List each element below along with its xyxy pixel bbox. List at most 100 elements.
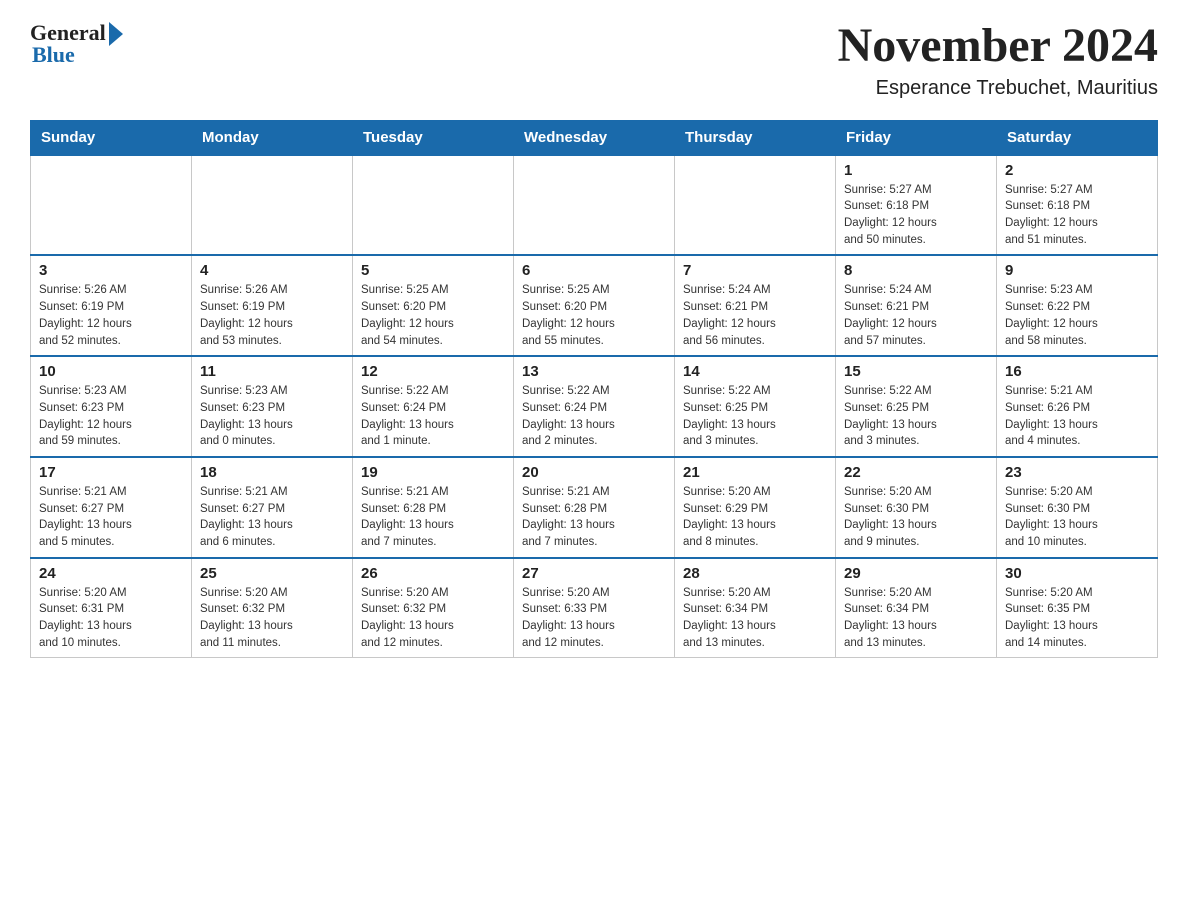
day-number: 9 [1005, 262, 1149, 279]
calendar-cell: 29Sunrise: 5:20 AM Sunset: 6:34 PM Dayli… [836, 558, 997, 658]
day-info: Sunrise: 5:27 AM Sunset: 6:18 PM Dayligh… [844, 182, 988, 249]
day-number: 10 [39, 363, 183, 380]
day-number: 24 [39, 565, 183, 582]
day-number: 4 [200, 262, 344, 279]
calendar-cell: 21 Sunrise: 5:20 AM Sunset: 6:29 PM Dayli… [675, 457, 836, 558]
day-number: 21 [683, 464, 827, 481]
day-info: Sunrise: 5:23 AM Sunset: 6:22 PM Dayligh… [1005, 282, 1149, 349]
day-info: Sunrise: 5:20 AM Sunset: 6:30 PM Dayligh… [1005, 484, 1149, 551]
day-info: Sunrise: 5:20 AM Sunset: 6:33 PM Dayligh… [522, 585, 666, 652]
day-number: 20 [522, 464, 666, 481]
calendar-cell: 28 Sunrise: 5:20 AM Sunset: 6:34 PM Dayli… [675, 558, 836, 658]
day-number: 26 [361, 565, 505, 582]
calendar-cell [31, 155, 192, 256]
calendar-cell: 19Sunrise: 5:21 AM Sunset: 6:28 PM Dayli… [353, 457, 514, 558]
day-number: 12 [361, 363, 505, 380]
day-number: 23 [1005, 464, 1149, 481]
day-number: 6 [522, 262, 666, 279]
day-info: Sunrise: 5:26 AM Sunset: 6:19 PM Dayligh… [39, 282, 183, 349]
day-number: 29 [844, 565, 988, 582]
day-info: Sunrise: 5:21 AM Sunset: 6:27 PM Dayligh… [39, 484, 183, 551]
day-number: 18 [200, 464, 344, 481]
day-info: Sunrise: 5:21 AM Sunset: 6:26 PM Dayligh… [1005, 383, 1149, 450]
week-row-1: 1 Sunrise: 5:27 AM Sunset: 6:18 PM Daylig… [31, 155, 1158, 256]
calendar-cell: 11Sunrise: 5:23 AM Sunset: 6:23 PM Dayli… [192, 356, 353, 457]
day-info: Sunrise: 5:20 AM Sunset: 6:32 PM Dayligh… [200, 585, 344, 652]
calendar-table: SundayMondayTuesdayWednesdayThursdayFrid… [30, 120, 1158, 658]
day-number: 25 [200, 565, 344, 582]
day-number: 28 [683, 565, 827, 582]
day-info: Sunrise: 5:20 AM Sunset: 6:34 PM Dayligh… [683, 585, 827, 652]
day-info: Sunrise: 5:25 AM Sunset: 6:20 PM Dayligh… [522, 282, 666, 349]
day-info: Sunrise: 5:20 AM Sunset: 6:31 PM Dayligh… [39, 585, 183, 652]
day-number: 1 [844, 162, 988, 179]
column-header-monday: Monday [192, 120, 353, 155]
calendar-cell: 9 Sunrise: 5:23 AM Sunset: 6:22 PM Daylig… [997, 255, 1158, 356]
column-header-saturday: Saturday [997, 120, 1158, 155]
calendar-cell [514, 155, 675, 256]
calendar-cell: 13Sunrise: 5:22 AM Sunset: 6:24 PM Dayli… [514, 356, 675, 457]
calendar-cell: 8Sunrise: 5:24 AM Sunset: 6:21 PM Daylig… [836, 255, 997, 356]
day-info: Sunrise: 5:22 AM Sunset: 6:25 PM Dayligh… [683, 383, 827, 450]
calendar-cell [675, 155, 836, 256]
day-info: Sunrise: 5:22 AM Sunset: 6:24 PM Dayligh… [361, 383, 505, 450]
column-header-sunday: Sunday [31, 120, 192, 155]
week-row-4: 17 Sunrise: 5:21 AM Sunset: 6:27 PM Dayli… [31, 457, 1158, 558]
day-number: 7 [683, 262, 827, 279]
day-info: Sunrise: 5:22 AM Sunset: 6:24 PM Dayligh… [522, 383, 666, 450]
month-title: November 2024 [838, 20, 1158, 73]
day-number: 30 [1005, 565, 1149, 582]
day-info: Sunrise: 5:25 AM Sunset: 6:20 PM Dayligh… [361, 282, 505, 349]
calendar-cell: 22Sunrise: 5:20 AM Sunset: 6:30 PM Dayli… [836, 457, 997, 558]
calendar-header-row: SundayMondayTuesdayWednesdayThursdayFrid… [31, 120, 1158, 155]
logo-blue-text: Blue [32, 42, 75, 68]
calendar-cell: 18 Sunrise: 5:21 AM Sunset: 6:27 PM Dayli… [192, 457, 353, 558]
day-info: Sunrise: 5:20 AM Sunset: 6:32 PM Dayligh… [361, 585, 505, 652]
title-area: November 2024 Esperance Trebuchet, Mauri… [838, 20, 1158, 100]
day-info: Sunrise: 5:21 AM Sunset: 6:28 PM Dayligh… [522, 484, 666, 551]
column-header-friday: Friday [836, 120, 997, 155]
day-number: 17 [39, 464, 183, 481]
day-number: 16 [1005, 363, 1149, 380]
day-number: 15 [844, 363, 988, 380]
calendar-cell: 14 Sunrise: 5:22 AM Sunset: 6:25 PM Dayli… [675, 356, 836, 457]
day-info: Sunrise: 5:24 AM Sunset: 6:21 PM Dayligh… [683, 282, 827, 349]
week-row-2: 3 Sunrise: 5:26 AM Sunset: 6:19 PM Daylig… [31, 255, 1158, 356]
day-info: Sunrise: 5:23 AM Sunset: 6:23 PM Dayligh… [200, 383, 344, 450]
calendar-cell: 5 Sunrise: 5:25 AM Sunset: 6:20 PM Daylig… [353, 255, 514, 356]
calendar-cell: 16 Sunrise: 5:21 AM Sunset: 6:26 PM Dayli… [997, 356, 1158, 457]
day-number: 22 [844, 464, 988, 481]
day-info: Sunrise: 5:23 AM Sunset: 6:23 PM Dayligh… [39, 383, 183, 450]
calendar-cell: 17 Sunrise: 5:21 AM Sunset: 6:27 PM Dayli… [31, 457, 192, 558]
week-row-5: 24 Sunrise: 5:20 AM Sunset: 6:31 PM Dayli… [31, 558, 1158, 658]
day-info: Sunrise: 5:21 AM Sunset: 6:27 PM Dayligh… [200, 484, 344, 551]
day-number: 2 [1005, 162, 1149, 179]
column-header-wednesday: Wednesday [514, 120, 675, 155]
calendar-cell: 26 Sunrise: 5:20 AM Sunset: 6:32 PM Dayli… [353, 558, 514, 658]
column-header-tuesday: Tuesday [353, 120, 514, 155]
logo: General Blue [30, 20, 123, 68]
calendar-cell: 27Sunrise: 5:20 AM Sunset: 6:33 PM Dayli… [514, 558, 675, 658]
calendar-cell: 23 Sunrise: 5:20 AM Sunset: 6:30 PM Dayli… [997, 457, 1158, 558]
calendar-cell: 4Sunrise: 5:26 AM Sunset: 6:19 PM Daylig… [192, 255, 353, 356]
day-info: Sunrise: 5:27 AM Sunset: 6:18 PM Dayligh… [1005, 182, 1149, 249]
day-number: 8 [844, 262, 988, 279]
logo-arrow-icon [109, 22, 123, 46]
day-info: Sunrise: 5:22 AM Sunset: 6:25 PM Dayligh… [844, 383, 988, 450]
day-number: 14 [683, 363, 827, 380]
calendar-cell [353, 155, 514, 256]
day-number: 19 [361, 464, 505, 481]
calendar-cell: 30 Sunrise: 5:20 AM Sunset: 6:35 PM Dayli… [997, 558, 1158, 658]
calendar-cell: 24 Sunrise: 5:20 AM Sunset: 6:31 PM Dayli… [31, 558, 192, 658]
calendar-cell: 3 Sunrise: 5:26 AM Sunset: 6:19 PM Daylig… [31, 255, 192, 356]
calendar-cell [192, 155, 353, 256]
day-number: 3 [39, 262, 183, 279]
calendar-cell: 25 Sunrise: 5:20 AM Sunset: 6:32 PM Dayli… [192, 558, 353, 658]
day-info: Sunrise: 5:20 AM Sunset: 6:29 PM Dayligh… [683, 484, 827, 551]
day-info: Sunrise: 5:20 AM Sunset: 6:35 PM Dayligh… [1005, 585, 1149, 652]
week-row-3: 10 Sunrise: 5:23 AM Sunset: 6:23 PM Dayli… [31, 356, 1158, 457]
day-number: 5 [361, 262, 505, 279]
calendar-cell: 20 Sunrise: 5:21 AM Sunset: 6:28 PM Dayli… [514, 457, 675, 558]
calendar-cell: 15 Sunrise: 5:22 AM Sunset: 6:25 PM Dayli… [836, 356, 997, 457]
column-header-thursday: Thursday [675, 120, 836, 155]
